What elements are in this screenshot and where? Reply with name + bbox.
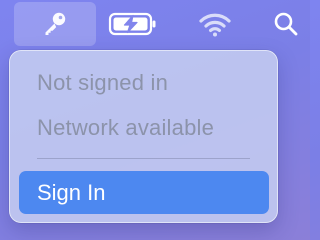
key-menu-extra[interactable] — [14, 2, 96, 46]
spotlight-menu-extra[interactable] — [266, 2, 306, 46]
wifi-menu-extra[interactable] — [190, 2, 240, 46]
battery-charging-icon — [107, 10, 159, 38]
account-dropdown-menu: Not signed in Network available Sign In — [9, 50, 278, 223]
wifi-icon — [197, 9, 233, 39]
menu-separator — [37, 158, 250, 159]
sign-in-label: Sign In — [37, 179, 106, 205]
status-not-signed-in: Not signed in — [37, 70, 169, 95]
key-icon — [40, 9, 70, 39]
status-network-available: Network available — [37, 115, 215, 140]
battery-menu-extra[interactable] — [104, 2, 162, 46]
sign-in-menu-item[interactable]: Sign In — [19, 171, 269, 214]
menu-bar — [0, 0, 310, 48]
search-icon — [272, 10, 300, 38]
